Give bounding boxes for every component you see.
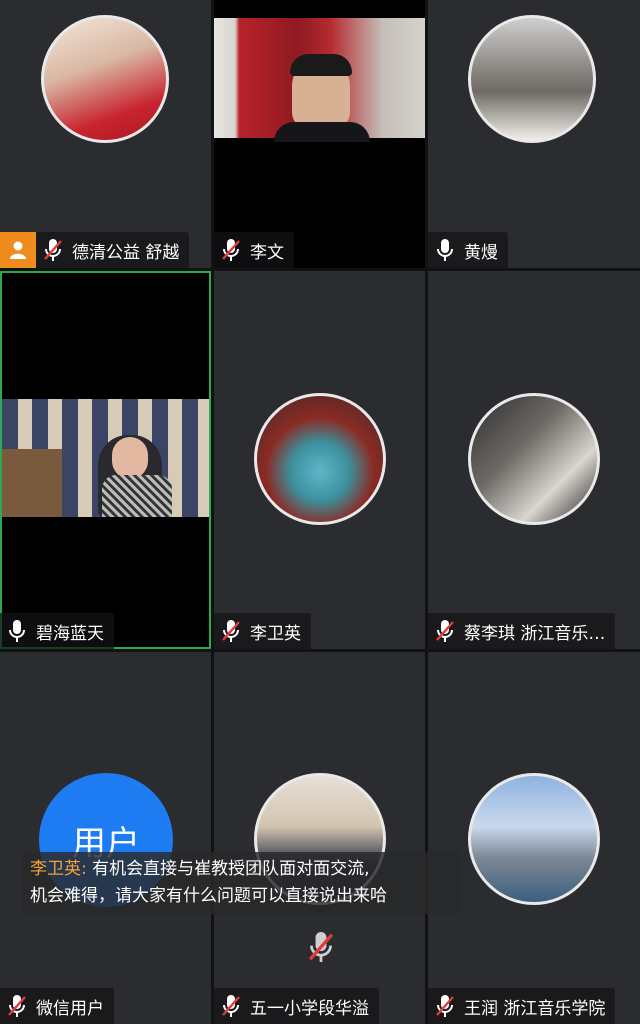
- participant-tile-7[interactable]: 用户 微信用户: [0, 652, 211, 1024]
- subtitle-text-1: 有机会直接与崔教授团队面对面交流,: [92, 859, 370, 879]
- person-icon: [0, 232, 36, 268]
- participant-name-tag: 蔡李琪 浙江音乐…: [428, 613, 616, 649]
- participant-tile-4[interactable]: 碧海蓝天: [0, 271, 211, 649]
- participant-name: 黄熳: [464, 242, 498, 263]
- participant-name-tag: 王润 浙江音乐学院: [428, 988, 616, 1024]
- participant-name: 李卫英: [250, 623, 301, 644]
- participant-name-tag: 碧海蓝天: [0, 613, 114, 649]
- mic-icon: [9, 620, 25, 642]
- mic-muted-icon: [222, 995, 240, 1017]
- live-subtitle: 李卫英: 有机会直接与崔教授团队面对面交流, 机会难得，请大家有什么问题可以直接…: [22, 852, 460, 914]
- participant-video: [2, 399, 209, 517]
- mic-muted-icon: [436, 995, 454, 1017]
- mic-muted-icon: [222, 620, 240, 642]
- mic-muted-icon: [44, 239, 62, 261]
- mic-icon: [437, 239, 453, 261]
- participant-tile-2[interactable]: 李文: [214, 0, 425, 268]
- participant-name: 碧海蓝天: [36, 623, 104, 644]
- participant-tile-9[interactable]: 王润 浙江音乐学院: [428, 652, 640, 1024]
- mic-muted-icon: [308, 932, 334, 962]
- participant-avatar: [254, 393, 386, 525]
- participant-name: 李文: [250, 242, 284, 263]
- participant-tile-8[interactable]: 五一小学段华溢: [214, 652, 425, 1024]
- participant-name-tag: 李卫英: [214, 613, 311, 649]
- participant-avatar: [468, 393, 600, 525]
- participant-name-tag: 五一小学段华溢: [214, 988, 379, 1024]
- participant-name-tag: 微信用户: [0, 988, 114, 1024]
- participant-tile-5[interactable]: 李卫英: [214, 271, 425, 649]
- participant-tile-1[interactable]: 德清公益 舒越: [0, 0, 211, 268]
- mic-muted-icon: [8, 995, 26, 1017]
- participant-tile-6[interactable]: 蔡李琪 浙江音乐…: [428, 271, 640, 649]
- participant-name-tag: 李文: [214, 232, 294, 268]
- subtitle-line-1: 李卫英: 有机会直接与崔教授团队面对面交流,: [30, 856, 452, 883]
- participant-name-tag: 黄熳: [428, 232, 508, 268]
- participant-avatar: [468, 15, 596, 143]
- participant-video: [214, 18, 425, 142]
- participant-avatar: [41, 15, 169, 143]
- subtitle-speaker: 李卫英:: [30, 859, 87, 879]
- subtitle-text-2: 机会难得，请大家有什么问题可以直接说出来哈: [30, 886, 387, 906]
- participant-avatar: [468, 773, 600, 905]
- participant-name: 蔡李琪 浙江音乐…: [464, 623, 606, 644]
- participant-name: 五一小学段华溢: [250, 998, 369, 1019]
- mic-muted-icon: [222, 239, 240, 261]
- participant-tile-3[interactable]: 黄熳: [428, 0, 640, 268]
- participant-name: 王润 浙江音乐学院: [464, 998, 606, 1019]
- participant-name: 德清公益 舒越: [72, 242, 180, 263]
- participant-name-tag: 德清公益 舒越: [0, 232, 190, 268]
- mic-muted-icon: [436, 620, 454, 642]
- participant-name: 微信用户: [36, 998, 104, 1019]
